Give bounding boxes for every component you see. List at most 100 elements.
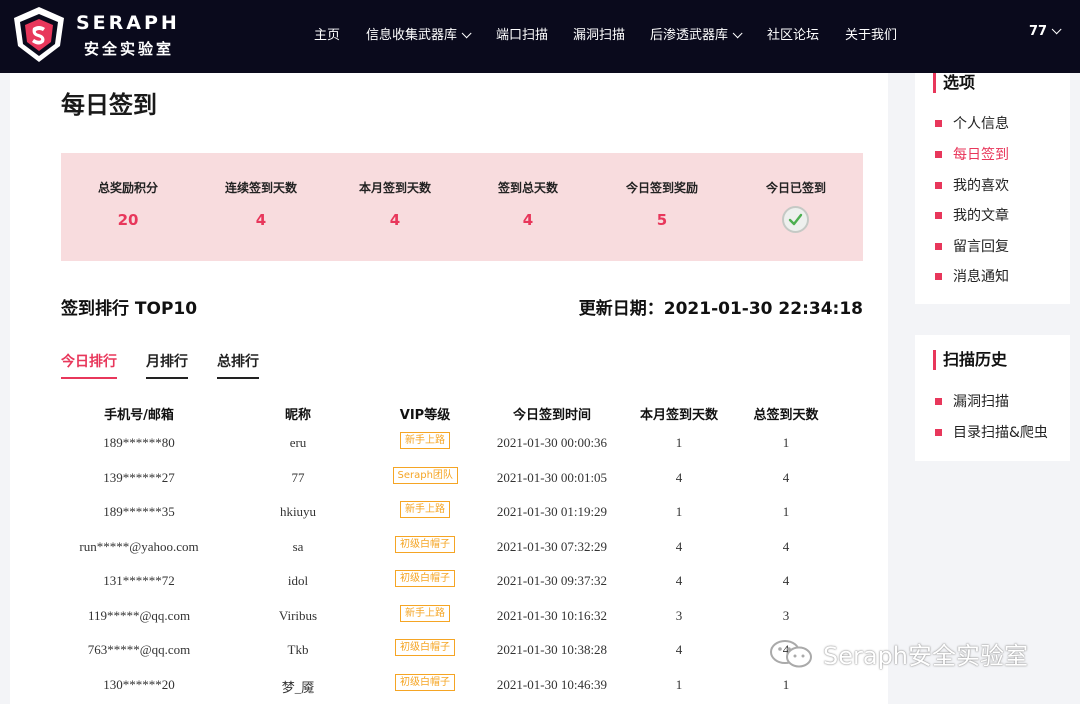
sidebar-item-label: 个人信息 <box>953 116 1009 132</box>
cell-month: 1 <box>675 676 683 692</box>
nav-item-info-gathering[interactable]: 信息收集武器库 <box>366 24 472 43</box>
user-menu[interactable]: 77 <box>1029 24 1062 39</box>
sidebar-item-notifications[interactable]: 消息通知 <box>935 266 1009 286</box>
cell-month: 1 <box>675 504 683 519</box>
cell-month: 1 <box>675 435 683 450</box>
cell-account: 189******35 <box>103 504 175 519</box>
table-row: 139******27 77 2021-01-30 00:01:05 4 4 Seraph… <box>10 466 888 500</box>
sidebar-item-label: 我的喜欢 <box>953 178 1009 194</box>
stat-value: 20 <box>117 211 139 229</box>
sidebar-item-label: 留言回复 <box>953 239 1009 255</box>
sidebar-item-profile[interactable]: 个人信息 <box>935 113 1009 133</box>
top-navbar: SERAPH 安全实验室 主页 信息收集武器库 端口扫描 漏洞扫描 后渗透武器库… <box>0 0 1080 73</box>
wechat-icon <box>770 640 812 668</box>
cell-nick: 梦_魇 <box>281 679 315 695</box>
vip-badge: 初级白帽子 <box>395 535 455 553</box>
brand-subtitle: 安全实验室 <box>84 40 175 58</box>
cell-account: 189******80 <box>103 435 175 450</box>
stat-checked-in-today: 今日已签到 <box>729 153 863 261</box>
cell-nick: eru <box>289 435 307 450</box>
seraph-logo-icon[interactable] <box>8 4 70 66</box>
nav-item-label: 漏洞扫描 <box>573 28 626 43</box>
cell-total: 1 <box>782 676 790 692</box>
sidebar-item-label: 每日签到 <box>953 147 1009 163</box>
cell-account: 119*****@qq.com <box>87 607 191 623</box>
stat-label: 签到总天数 <box>497 181 558 195</box>
cell-month: 4 <box>675 573 683 588</box>
stat-value: 5 <box>656 211 668 229</box>
cell-time: 2021-01-30 07:32:29 <box>496 538 608 554</box>
cell-account: 139******27 <box>103 469 175 485</box>
nav-item-post-exploit[interactable]: 后渗透武器库 <box>650 24 743 43</box>
nav-item-about[interactable]: 关于我们 <box>845 24 897 43</box>
cell-total: 4 <box>782 573 790 588</box>
cell-total: 4 <box>782 469 790 485</box>
nav-item-vuln-scan[interactable]: 漏洞扫描 <box>573 24 625 43</box>
cell-nick: 77 <box>291 469 305 485</box>
sidebar-history-title: 扫描历史 <box>933 350 1007 370</box>
vip-badge: 新手上路 <box>400 501 450 518</box>
stat-label: 总奖励积分 <box>97 181 158 195</box>
column-header: 本月签到天数 <box>639 408 718 423</box>
cell-month: 4 <box>675 642 683 657</box>
column-header: 今日签到时间 <box>512 408 591 423</box>
cell-nick: idol <box>287 573 309 588</box>
check-icon <box>782 206 809 233</box>
brand-title[interactable]: SERAPH <box>76 12 180 34</box>
table-row: 189******80 eru 2021-01-30 00:00:36 1 1 新手上路 <box>10 432 888 465</box>
sidebar-options-title: 选项 <box>933 73 975 93</box>
cell-nick: Tkb <box>287 642 309 657</box>
stat-today-reward: 今日签到奖励 5 <box>595 153 729 261</box>
stat-label: 连续签到天数 <box>224 181 297 195</box>
ranking-title: 签到排行 TOP10 <box>61 299 198 319</box>
checkin-stats: 总奖励积分 20 连续签到天数 4 本月签到天数 4 签到总天数 4 今日签到奖… <box>61 153 863 261</box>
bullet-icon <box>935 242 942 250</box>
table-row: run*****@yahoo.com sa 2021-01-30 07:32:29 4… <box>10 535 888 569</box>
cell-total: 1 <box>782 435 790 450</box>
ranking-table-header: 手机号/邮箱 昵称 VIP等级 今日签到时间 本月签到天数 总签到天数 <box>10 404 888 426</box>
sidebar-item-daily-checkin[interactable]: 每日签到 <box>935 144 1009 164</box>
sidebar-item-replies[interactable]: 留言回复 <box>935 236 1009 256</box>
vip-badge: 初级白帽子 <box>395 570 455 587</box>
nav-item-home[interactable]: 主页 <box>314 24 340 43</box>
bullet-icon <box>935 428 942 436</box>
sidebar-item-my-articles[interactable]: 我的文章 <box>935 205 1009 225</box>
stat-value: 4 <box>255 211 267 229</box>
cell-total: 4 <box>782 538 790 554</box>
update-time: 更新日期：2021-01-30 22:34:18 <box>578 299 863 319</box>
stat-label: 本月签到天数 <box>358 181 431 195</box>
sidebar-item-favorites[interactable]: 我的喜欢 <box>935 175 1009 195</box>
stat-value: 4 <box>389 211 401 229</box>
cell-account: 763*****@qq.com <box>87 642 191 657</box>
cell-account: run*****@yahoo.com <box>79 538 199 554</box>
sidebar-options-card: 选项 个人信息 每日签到 我的喜欢 我的文章 留言回复 消息通知 <box>915 73 1070 304</box>
nav-item-port-scan[interactable]: 端口扫描 <box>496 24 548 43</box>
table-row: 763*****@qq.com Tkb 2021-01-30 10:38:28 4 4 初… <box>10 639 888 672</box>
sidebar-item-dir-scan[interactable]: 目录扫描&爬虫 <box>935 422 1048 442</box>
nav-item-label: 关于我们 <box>845 28 898 43</box>
stat-total-points: 总奖励积分 20 <box>61 153 195 261</box>
cell-nick: hkiuyu <box>279 504 317 519</box>
chevron-down-icon <box>461 28 472 39</box>
cell-account: 131******72 <box>103 573 175 588</box>
sidebar-item-vuln-scan[interactable]: 漏洞扫描 <box>935 391 1009 411</box>
vip-badge: 初级白帽子 <box>395 673 455 691</box>
tab-total-ranking[interactable]: 总排行 <box>217 351 259 379</box>
table-row: 131******72 idol 2021-01-30 09:37:32 4 4 初级白帽… <box>10 570 888 603</box>
stat-streak-days: 连续签到天数 4 <box>194 153 328 261</box>
stat-label: 今日已签到 <box>765 181 826 195</box>
bullet-icon <box>935 272 942 280</box>
tab-today-ranking[interactable]: 今日排行 <box>61 351 117 379</box>
nav-item-forum[interactable]: 社区论坛 <box>767 24 819 43</box>
nav-item-label: 主页 <box>314 28 341 43</box>
column-header: 昵称 <box>284 408 311 423</box>
cell-time: 2021-01-30 10:38:28 <box>496 642 608 657</box>
vip-badge: 新手上路 <box>400 432 450 449</box>
nav-item-label: 后渗透武器库 <box>650 28 729 43</box>
tab-month-ranking[interactable]: 月排行 <box>146 351 188 379</box>
cell-nick: Viribus <box>278 607 318 623</box>
table-row: 130******20 梦_魇 2021-01-30 10:46:39 1 1 初级白帽子 <box>10 673 888 704</box>
user-name: 77 <box>1029 24 1048 39</box>
watermark-text: Seraph安全实验室 <box>823 642 1029 670</box>
cell-nick: sa <box>292 538 304 554</box>
